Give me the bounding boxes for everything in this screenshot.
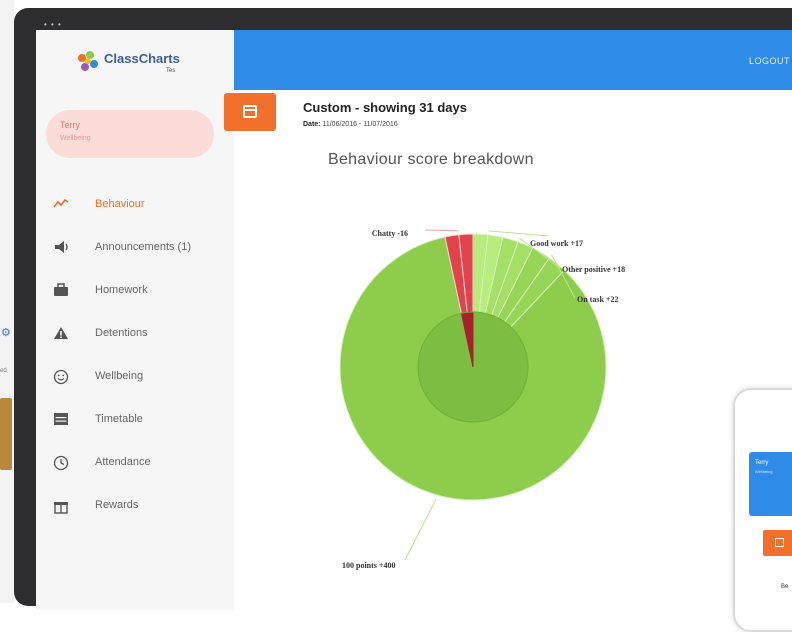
sidebar-item-attendance[interactable]: Attendance [36, 443, 234, 486]
pie-leader-line [404, 498, 437, 561]
logo-subtext: Tes [166, 68, 176, 74]
calendar-icon [775, 538, 784, 547]
pie-leader-line [488, 230, 549, 237]
phone-calendar-button [763, 530, 792, 556]
phone-user-name: Terry [755, 460, 769, 466]
sidebar-item-homework[interactable]: Homework [36, 271, 234, 314]
user-card[interactable]: Terry Wellbeing [46, 110, 214, 158]
date-range-button[interactable] [224, 93, 276, 131]
briefcase-icon [52, 283, 70, 299]
sidebar-nav: Behaviour Announcements (1) Homework Det… [36, 185, 234, 529]
background-text: ed [0, 368, 7, 374]
logout-button[interactable]: LOGOUT [749, 56, 790, 66]
user-subtitle: Wellbeing [60, 135, 91, 142]
phone-mockup: Terry Wellbeing Be [733, 388, 792, 632]
phone-user-card: Terry Wellbeing [749, 452, 792, 516]
warning-icon [52, 326, 70, 342]
sidebar-item-wellbeing[interactable]: Wellbeing [36, 357, 234, 400]
sidebar-item-label: Detentions [95, 327, 148, 339]
logo-text: ClassCharts [104, 51, 180, 66]
sidebar-item-behaviour[interactable]: Behaviour [36, 185, 234, 228]
date-range-title: Custom - showing 31 days [303, 100, 467, 115]
sidebar-item-label: Rewards [95, 499, 139, 511]
top-bar: LOGOUT [234, 30, 792, 90]
pie-slice-label: Good work +17 [530, 239, 583, 248]
sidebar-item-announcements[interactable]: Announcements (1) [36, 228, 234, 271]
trend-line-icon [52, 197, 70, 213]
date-label: Date: [303, 121, 321, 128]
camera-dots: • • • [44, 20, 62, 29]
pie-slice-label: Other positive +18 [562, 265, 625, 274]
user-name: Terry [60, 120, 80, 130]
date-value: 11/06/2016 - 11/07/2016 [322, 121, 398, 128]
sidebar-item-label: Wellbeing [95, 370, 144, 382]
calendar-icon [243, 105, 257, 118]
sidebar-item-label: Timetable [95, 413, 143, 425]
chart-title: Behaviour score breakdown [328, 151, 534, 168]
phone-user-subtitle: Wellbeing [755, 469, 773, 474]
pie-slice-label: Chatty -16 [372, 229, 408, 238]
gear-icon: ⚙ [1, 327, 11, 339]
sidebar-item-detentions[interactable]: Detentions [36, 314, 234, 357]
clock-icon [52, 455, 70, 471]
logo[interactable]: ClassCharts Tes [76, 44, 216, 80]
sidebar-item-rewards[interactable]: Rewards [36, 486, 234, 529]
date-range-text: Date: 11/06/2016 - 11/07/2016 [303, 121, 398, 128]
sidebar: ClassCharts Tes Terry Wellbeing Behaviou… [36, 30, 234, 610]
background-page-strip [0, 0, 14, 603]
background-photo [0, 398, 12, 470]
table-icon [52, 412, 70, 428]
pie-slice-label: 100 points +400 [342, 561, 395, 570]
smiley-icon [52, 369, 70, 385]
sidebar-item-timetable[interactable]: Timetable [36, 400, 234, 443]
sidebar-item-label: Announcements (1) [95, 241, 191, 253]
phone-text: Be [781, 584, 789, 590]
gift-icon [52, 498, 70, 514]
pie-slice-label: On task +22 [577, 295, 618, 304]
sidebar-item-label: Behaviour [95, 198, 145, 210]
behaviour-pie-chart: Good work +17 Other positive +18 On task +… [339, 229, 625, 570]
sidebar-item-label: Attendance [95, 456, 151, 468]
sidebar-item-label: Homework [95, 284, 148, 296]
logo-icon [78, 51, 98, 71]
megaphone-icon [52, 240, 70, 256]
pie-leader-line [424, 229, 459, 232]
